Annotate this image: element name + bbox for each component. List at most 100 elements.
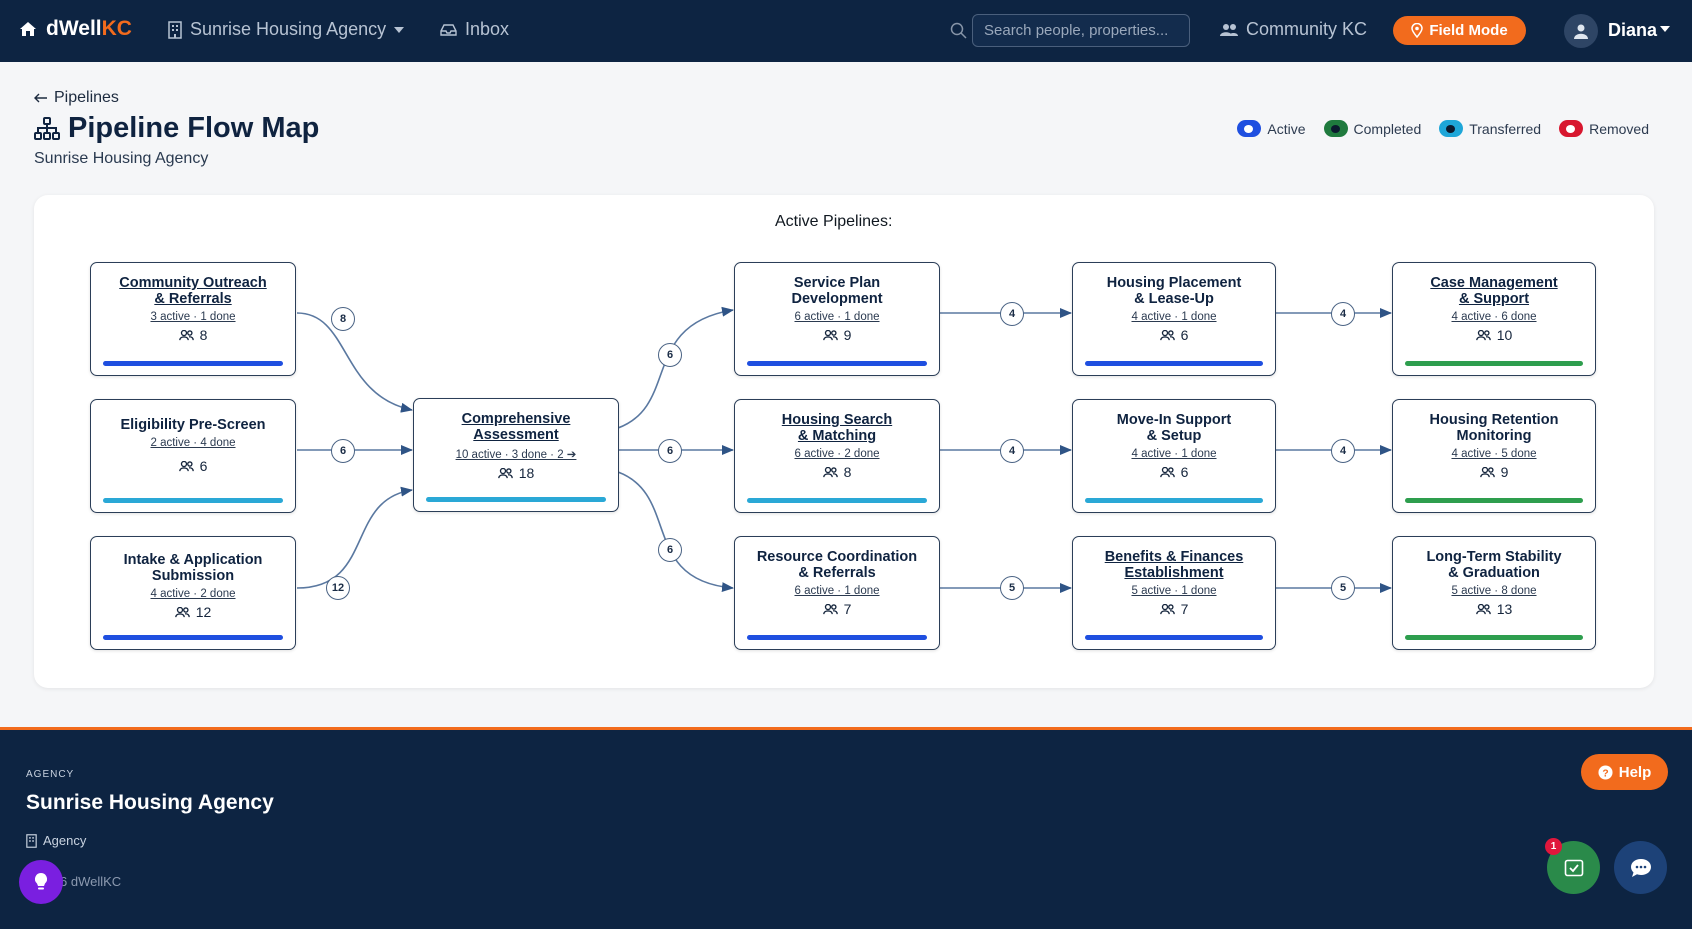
- tips-button[interactable]: [19, 860, 63, 904]
- stage-title: Move-In Support & Setup: [1073, 412, 1275, 444]
- stage-title: Comprehensive Assessment: [414, 411, 618, 443]
- edge-count-badge: 6: [658, 538, 682, 562]
- stage-count: 13: [1393, 601, 1595, 617]
- stage-progress-bar: [747, 498, 927, 503]
- edge-count-badge: 12: [326, 576, 350, 600]
- stage-stats: 4 active · 1 done: [1131, 311, 1217, 323]
- stage-card-benefits-finances[interactable]: Benefits & Finances Establishment 5 activ…: [1072, 536, 1276, 650]
- stage-card-housing-placement[interactable]: Housing Placement & Lease-Up 4 active · 1…: [1072, 262, 1276, 376]
- stage-progress-bar: [1085, 498, 1263, 503]
- stage-count-value: 7: [1180, 601, 1189, 617]
- people-icon: [1159, 466, 1175, 477]
- stage-count-value: 18: [518, 465, 535, 481]
- stage-stats: 6 active · 1 done: [794, 585, 880, 597]
- edge-assessment-serviceplan: [617, 306, 734, 429]
- stage-count-value: 6: [1180, 327, 1189, 343]
- chat-bubble-icon: [1630, 858, 1651, 877]
- stage-count: 6: [1073, 464, 1275, 480]
- stage-progress-bar: [103, 361, 283, 366]
- svg-text:?: ?: [1602, 768, 1608, 779]
- stage-count-value: 9: [1500, 464, 1509, 480]
- people-icon: [1479, 466, 1495, 477]
- stage-title-line: Establishment: [1124, 565, 1224, 581]
- people-icon: [1475, 603, 1491, 614]
- footer-agency-type: Agency: [26, 833, 86, 848]
- chat-button[interactable]: [1614, 841, 1667, 894]
- people-icon: [178, 329, 194, 340]
- stage-title-line: Service Plan: [793, 275, 881, 291]
- edge-count-badge: 4: [1000, 439, 1024, 463]
- stage-card-case-management[interactable]: Case Management & Support 4 active · 6 do…: [1392, 262, 1596, 376]
- footer-agency-name: Sunrise Housing Agency: [26, 791, 274, 814]
- edge-count-badge: 4: [1000, 302, 1024, 326]
- building-icon: [26, 833, 37, 848]
- stage-progress-bar: [1085, 635, 1263, 640]
- edge-count-badge: 8: [331, 307, 355, 331]
- footer: [0, 727, 1692, 929]
- stage-title-line: Community Outreach: [119, 275, 267, 291]
- stage-progress-bar: [1085, 361, 1263, 366]
- stage-count: 6: [1073, 327, 1275, 343]
- stage-progress-bar: [103, 498, 283, 503]
- stage-count-value: 13: [1496, 601, 1513, 617]
- stage-count: 6: [91, 458, 295, 474]
- stage-stats: 5 active · 1 done: [1131, 585, 1217, 597]
- stage-title-line: Resource Coordination: [756, 549, 918, 565]
- people-icon: [1159, 603, 1175, 614]
- stage-progress-bar: [1405, 635, 1583, 640]
- stage-stats: 10 active · 3 done · 2 ➔: [455, 449, 577, 461]
- stage-title-line: & Lease-Up: [1134, 291, 1214, 307]
- stage-count: 18: [414, 465, 618, 481]
- stage-count-value: 6: [199, 458, 208, 474]
- stage-progress-bar: [747, 635, 927, 640]
- edge-count-badge: 6: [331, 439, 355, 463]
- stage-stats: 2 active · 4 done: [150, 437, 236, 449]
- stage-card-comprehensive-assessment[interactable]: Comprehensive Assessment 10 active · 3 do…: [413, 398, 619, 512]
- stage-stats: 4 active · 6 done: [1451, 311, 1537, 323]
- people-icon: [1475, 329, 1491, 340]
- stage-title-line: Move-In Support: [1116, 412, 1232, 428]
- help-button[interactable]: ? Help: [1581, 754, 1668, 790]
- stage-title: Benefits & Finances Establishment: [1073, 549, 1275, 581]
- stage-count: 9: [735, 327, 939, 343]
- stage-title: Long-Term Stability & Graduation: [1393, 549, 1595, 581]
- stage-card-resource-coordination[interactable]: Resource Coordination & Referrals 6 activ…: [734, 536, 940, 650]
- people-icon: [822, 466, 838, 477]
- stage-card-housing-search[interactable]: Housing Search & Matching 6 active · 2 do…: [734, 399, 940, 513]
- stage-card-eligibility-prescreen[interactable]: Eligibility Pre-Screen 2 active · 4 done…: [90, 399, 296, 513]
- footer-agency-type-label: Agency: [43, 833, 87, 848]
- stage-stats: 4 active · 5 done: [1451, 448, 1537, 460]
- stage-title-line: & Matching: [797, 428, 877, 444]
- edge-count-badge: 4: [1331, 439, 1355, 463]
- stage-title-line: Housing Placement: [1106, 275, 1242, 291]
- stage-stats: 4 active · 2 done: [150, 588, 236, 600]
- stage-count-value: 9: [843, 327, 852, 343]
- stage-title-line: Intake & Application: [123, 552, 263, 568]
- stage-card-intake[interactable]: Intake & Application Submission 4 active …: [90, 536, 296, 650]
- stage-title-line: Case Management: [1430, 275, 1558, 291]
- stage-title: Service Plan Development: [735, 275, 939, 307]
- stage-title-line: Comprehensive: [461, 411, 571, 427]
- footer-section-label: AGENCY: [26, 769, 75, 780]
- people-icon: [497, 467, 513, 478]
- stage-count-value: 10: [1496, 327, 1513, 343]
- stage-card-service-plan[interactable]: Service Plan Development 6 active · 1 don…: [734, 262, 940, 376]
- stage-title: Housing Placement & Lease-Up: [1073, 275, 1275, 307]
- stage-stats: 5 active · 8 done: [1451, 585, 1537, 597]
- question-circle-icon: ?: [1598, 764, 1613, 780]
- stage-card-move-in-support[interactable]: Move-In Support & Setup 4 active · 1 done…: [1072, 399, 1276, 513]
- stage-card-housing-retention[interactable]: Housing Retention Monitoring 4 active · 5…: [1392, 399, 1596, 513]
- stage-title-line: & Graduation: [1448, 565, 1540, 581]
- stage-count-value: 6: [1180, 464, 1189, 480]
- stage-card-community-outreach[interactable]: Community Outreach & Referrals 3 active ·…: [90, 262, 296, 376]
- stage-progress-bar: [103, 635, 283, 640]
- stage-stats: 6 active · 2 done: [794, 448, 880, 460]
- edge-intake-assessment: [296, 486, 413, 589]
- stage-card-long-term-stability[interactable]: Long-Term Stability & Graduation 5 active…: [1392, 536, 1596, 650]
- stage-progress-bar: [426, 497, 606, 502]
- stage-title-line: Assessment: [473, 427, 559, 443]
- edge-count-badge: 5: [1331, 576, 1355, 600]
- stage-count: 8: [91, 327, 295, 343]
- stage-count: 8: [735, 464, 939, 480]
- stage-title-line: & Referrals: [154, 291, 232, 307]
